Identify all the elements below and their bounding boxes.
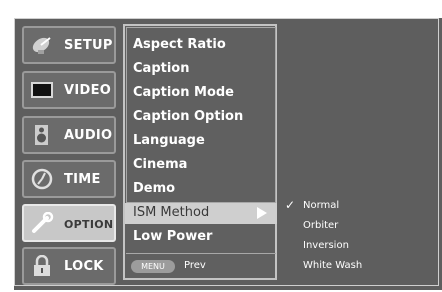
tab-label: VIDEO <box>64 83 112 98</box>
submenu-option-orbiter[interactable]: Orbiter <box>303 220 338 231</box>
prev-hint: MENU Prev <box>126 257 276 277</box>
menu-item-aspect-ratio[interactable]: Aspect Ratio <box>133 37 226 52</box>
wrench-icon <box>30 211 54 234</box>
menu-item-caption[interactable]: Caption <box>133 61 189 76</box>
menu-button-icon: MENU <box>131 260 175 273</box>
tab-video[interactable]: VIDEO <box>22 71 116 109</box>
prev-label: Prev <box>184 260 206 271</box>
divider <box>126 253 276 254</box>
submenu-option-inversion[interactable]: Inversion <box>303 240 349 251</box>
checkmark-icon: ✓ <box>285 198 296 212</box>
ism-method-submenu: ✓ Normal Orbiter Inversion White Wash <box>285 197 395 282</box>
menu-item-cinema[interactable]: Cinema <box>133 157 187 172</box>
menu-item-demo[interactable]: Demo <box>133 181 175 196</box>
tab-label: LOCK <box>64 259 104 274</box>
tab-option[interactable]: OPTION <box>22 204 116 242</box>
tv-screen-icon <box>30 79 54 101</box>
arrow-right-icon <box>257 207 267 219</box>
tab-label: TIME <box>64 172 101 187</box>
tab-label: OPTION <box>64 218 114 231</box>
tab-lock[interactable]: LOCK <box>22 247 116 285</box>
submenu-option-normal[interactable]: Normal <box>303 200 339 211</box>
tab-label: SETUP <box>64 38 113 53</box>
menu-item-ism-method[interactable]: ISM Method <box>125 203 277 224</box>
menu-item-label: ISM Method <box>133 205 210 220</box>
menu-item-caption-option[interactable]: Caption Option <box>133 109 243 124</box>
menu-item-language[interactable]: Language <box>133 133 205 148</box>
submenu-option-white-wash[interactable]: White Wash <box>303 260 362 271</box>
tab-audio[interactable]: AUDIO <box>22 116 116 154</box>
menu-item-low-power[interactable]: Low Power <box>133 229 212 244</box>
tab-setup[interactable]: SETUP <box>22 26 116 64</box>
menu-item-caption-mode[interactable]: Caption Mode <box>133 85 234 100</box>
padlock-icon <box>30 254 54 277</box>
tab-time[interactable]: TIME <box>22 160 116 198</box>
speaker-icon <box>30 124 54 146</box>
tab-label: AUDIO <box>64 128 113 143</box>
satellite-dish-icon <box>30 34 54 56</box>
clock-icon <box>30 168 54 190</box>
